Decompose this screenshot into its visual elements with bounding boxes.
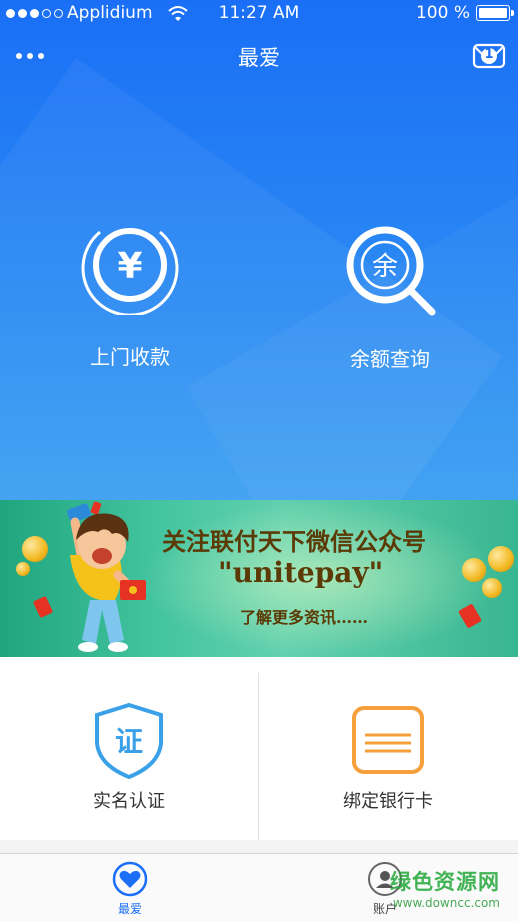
tab-label: 最爱 (117, 902, 142, 916)
battery-icon (476, 5, 514, 21)
coin-icon (16, 562, 30, 576)
bank-card-icon (352, 706, 424, 774)
cartoon-boy-illustration (67, 503, 146, 652)
watermark-title: 绿色资源网 (390, 870, 500, 894)
watermark: 绿色资源网 www.downcc.com (390, 866, 500, 910)
verify-shield-icon: 证 (95, 702, 163, 780)
battery-percent: 100 % (415, 3, 470, 23)
message-button[interactable]: 1 (472, 42, 506, 70)
card-label: 实名认证 (93, 791, 165, 812)
feature-door-collect[interactable]: ¥ 上门收款 (30, 215, 230, 369)
banner-subtitle: 了解更多资讯…… (240, 608, 369, 627)
hero-panel: Applidium 11:27 AM 100 % 最爱 1 ¥ 上门收款 余 余… (0, 0, 518, 500)
coin-icon (462, 558, 486, 582)
balance-search-icon: 余 (346, 226, 436, 316)
coin-icon (482, 578, 502, 598)
banner-headline: 关注联付天下微信公众号 (162, 527, 426, 556)
feature-balance-query[interactable]: 余 余额查询 (290, 215, 490, 371)
message-badge: 1 (484, 47, 494, 62)
coin-icon (488, 546, 514, 572)
card-label: 绑定银行卡 (343, 791, 433, 812)
yen-glyph: ¥ (117, 246, 142, 287)
page-title: 最爱 (238, 46, 280, 70)
yen-coin-icon: ¥ (81, 228, 179, 315)
verify-glyph: 证 (115, 725, 143, 758)
real-name-verify-card[interactable]: 证 实名认证 (0, 657, 258, 840)
feature-label: 上门收款 (90, 345, 170, 369)
banner-account-name: "unitepay" (218, 556, 384, 589)
nav-bar: 最爱 1 (0, 34, 518, 78)
tab-bar: 最爱 账户 绿色资源网 www.downcc.com (0, 853, 518, 921)
tab-favorites[interactable]: 最爱 (70, 854, 190, 921)
feature-label: 余额查询 (350, 347, 430, 371)
service-cards: 证 实名认证 绑定银行卡 (0, 657, 518, 840)
watermark-url: www.downcc.com (392, 896, 500, 910)
heart-icon (112, 861, 148, 897)
bind-bank-card-card[interactable]: 绑定银行卡 (259, 657, 517, 840)
promo-banner[interactable]: 关注联付天下微信公众号 "unitepay" 了解更多资讯…… (0, 500, 518, 657)
balance-glyph: 余 (372, 252, 398, 282)
status-bar: Applidium 11:27 AM 100 % (0, 0, 518, 26)
